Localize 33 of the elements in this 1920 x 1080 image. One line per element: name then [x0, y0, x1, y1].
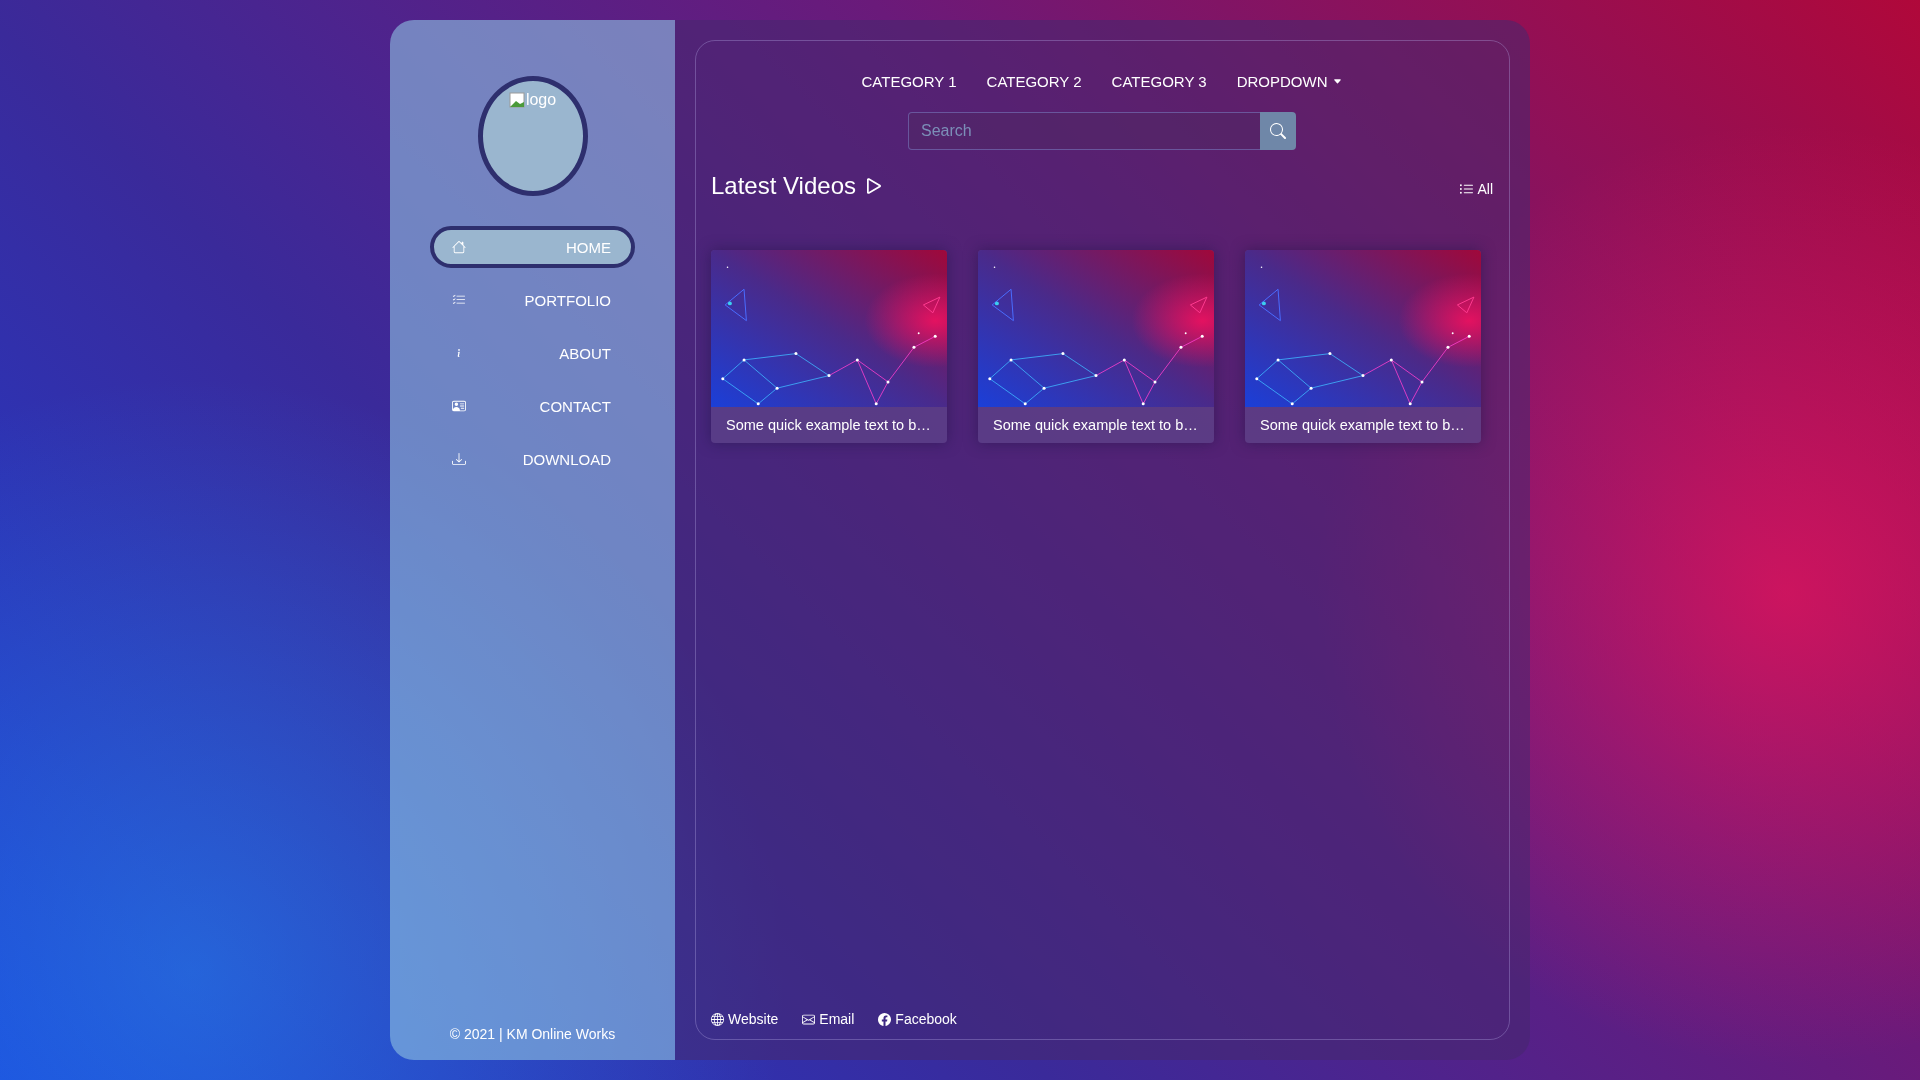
video-caption: Some quick example text to b… — [1259, 416, 1466, 435]
facebook-icon — [878, 1012, 892, 1026]
house-icon — [452, 240, 466, 254]
nav-item[interactable]: CONTACT — [430, 385, 635, 427]
search-button[interactable] — [1260, 112, 1296, 150]
footer-link[interactable]: Facebook — [878, 1011, 957, 1027]
checklist-icon — [452, 293, 466, 307]
video-card[interactable]: Some quick example text to b… — [1245, 250, 1481, 443]
category-link[interactable]: CATEGORY 1 — [861, 73, 957, 90]
nav-item[interactable]: ABOUT — [430, 332, 635, 374]
list-icon — [1459, 181, 1475, 197]
dropdown-toggle[interactable]: DROPDOWN — [1236, 73, 1343, 90]
video-caption: Some quick example text to b… — [725, 416, 932, 435]
copyright-text: © 2021 | KM Online Works — [449, 1026, 616, 1042]
category-link[interactable]: CATEGORY 3 — [1111, 73, 1207, 90]
mail-icon — [802, 1012, 816, 1026]
section-title: Latest Videos — [711, 172, 856, 200]
video-caption: Some quick example text to b… — [992, 416, 1199, 435]
footer-link[interactable]: Email — [802, 1011, 855, 1027]
video-card[interactable]: Some quick example text to b… — [711, 250, 947, 443]
nav-item[interactable]: PORTFOLIO — [430, 279, 635, 321]
all-link[interactable]: All — [1459, 181, 1493, 197]
video-card[interactable]: Some quick example text to b… — [978, 250, 1214, 443]
category-link[interactable]: CATEGORY 2 — [986, 73, 1082, 90]
search-field[interactable]: Search — [908, 112, 1260, 150]
caret-icon — [1333, 77, 1343, 86]
id-card-icon — [452, 399, 466, 413]
footer-link[interactable]: Website — [711, 1011, 779, 1027]
search-icon — [1270, 123, 1286, 139]
broken-image-icon — [508, 92, 525, 108]
globe-icon — [711, 1012, 724, 1026]
logo-alt-text: logo — [508, 91, 557, 109]
nav-item[interactable]: DOWNLOAD — [430, 438, 635, 480]
